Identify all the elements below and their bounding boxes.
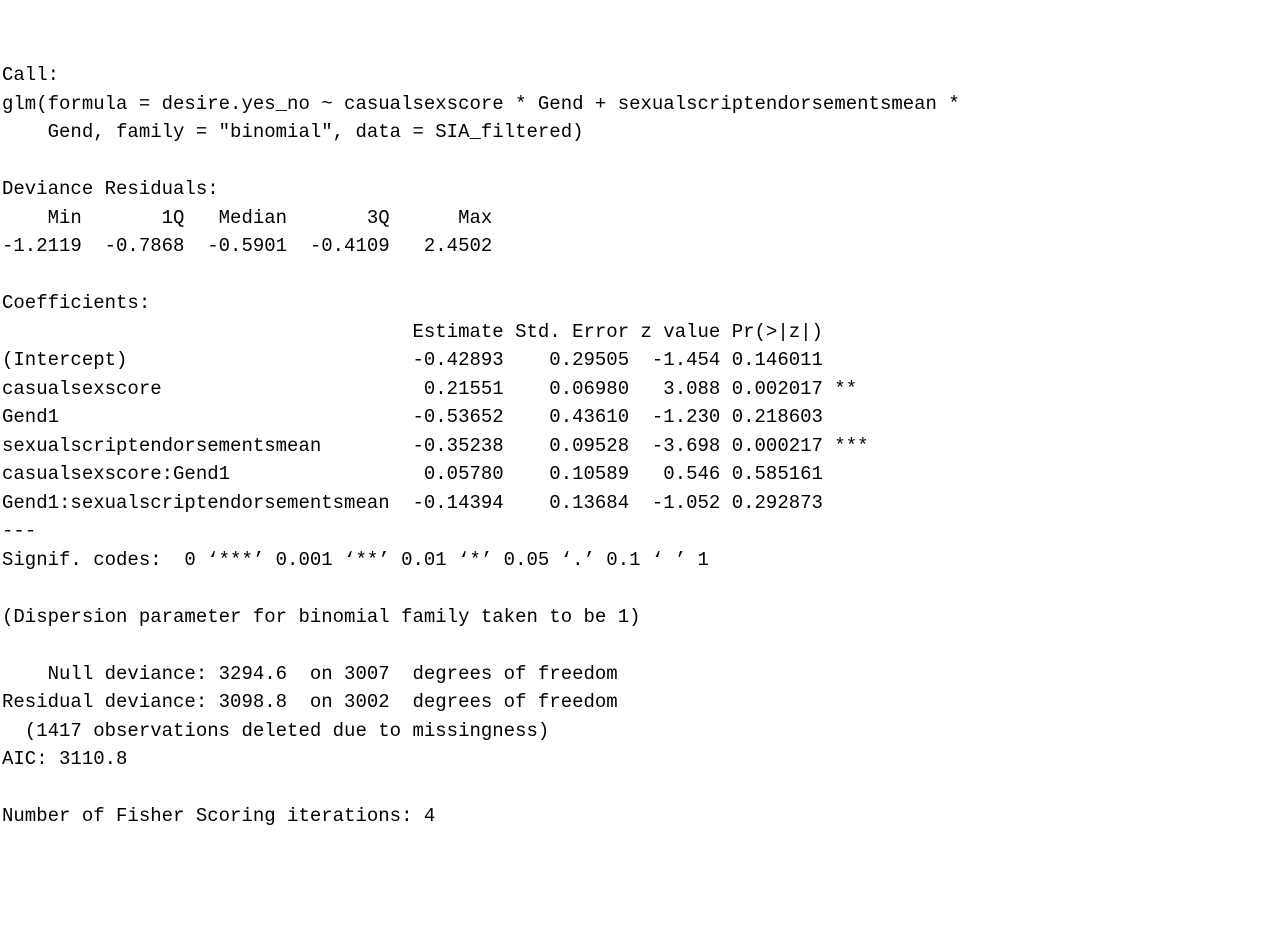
call-label: Call: [2,64,59,86]
missingness-note: (1417 observations deleted due to missin… [2,720,549,742]
signif-codes: Signif. codes: 0 ‘***’ 0.001 ‘**’ 0.01 ‘… [2,549,709,571]
call-formula-line2: Gend, family = "binomial", data = SIA_fi… [2,121,584,143]
fisher-iterations: Number of Fisher Scoring iterations: 4 [2,805,435,827]
coefficients-header: Estimate Std. Error z value Pr(>|z|) [2,321,869,343]
coefficients-label: Coefficients: [2,292,150,314]
coef-row-casualsexscore: casualsexscore 0.21551 0.06980 3.088 0.0… [2,378,869,400]
residual-deviance: Residual deviance: 3098.8 on 3002 degree… [2,691,618,713]
null-deviance: Null deviance: 3294.6 on 3007 degrees of… [2,663,618,685]
call-formula-line1: glm(formula = desire.yes_no ~ casualsexs… [2,93,971,115]
coef-row-gend1-sexualscript: Gend1:sexualscriptendorsementsmean -0.14… [2,492,869,514]
aic: AIC: 3110.8 [2,748,127,770]
coef-separator: --- [2,520,36,542]
coef-row-casualsex-gend1: casualsexscore:Gend1 0.05780 0.10589 0.5… [2,463,869,485]
coef-row-gend1: Gend1 -0.53652 0.43610 -1.230 0.218603 [2,406,869,428]
dispersion-note: (Dispersion parameter for binomial famil… [2,606,641,628]
deviance-residuals-header: Min 1Q Median 3Q Max [2,207,515,229]
deviance-residuals-label: Deviance Residuals: [2,178,230,200]
coef-row-sexualscript: sexualscriptendorsementsmean -0.35238 0.… [2,435,869,457]
deviance-residuals-values: -1.2119 -0.7868 -0.5901 -0.4109 2.4502 [2,235,515,257]
r-glm-summary-output: Call: glm(formula = desire.yes_no ~ casu… [2,61,1262,831]
coef-row-intercept: (Intercept) -0.42893 0.29505 -1.454 0.14… [2,349,869,371]
